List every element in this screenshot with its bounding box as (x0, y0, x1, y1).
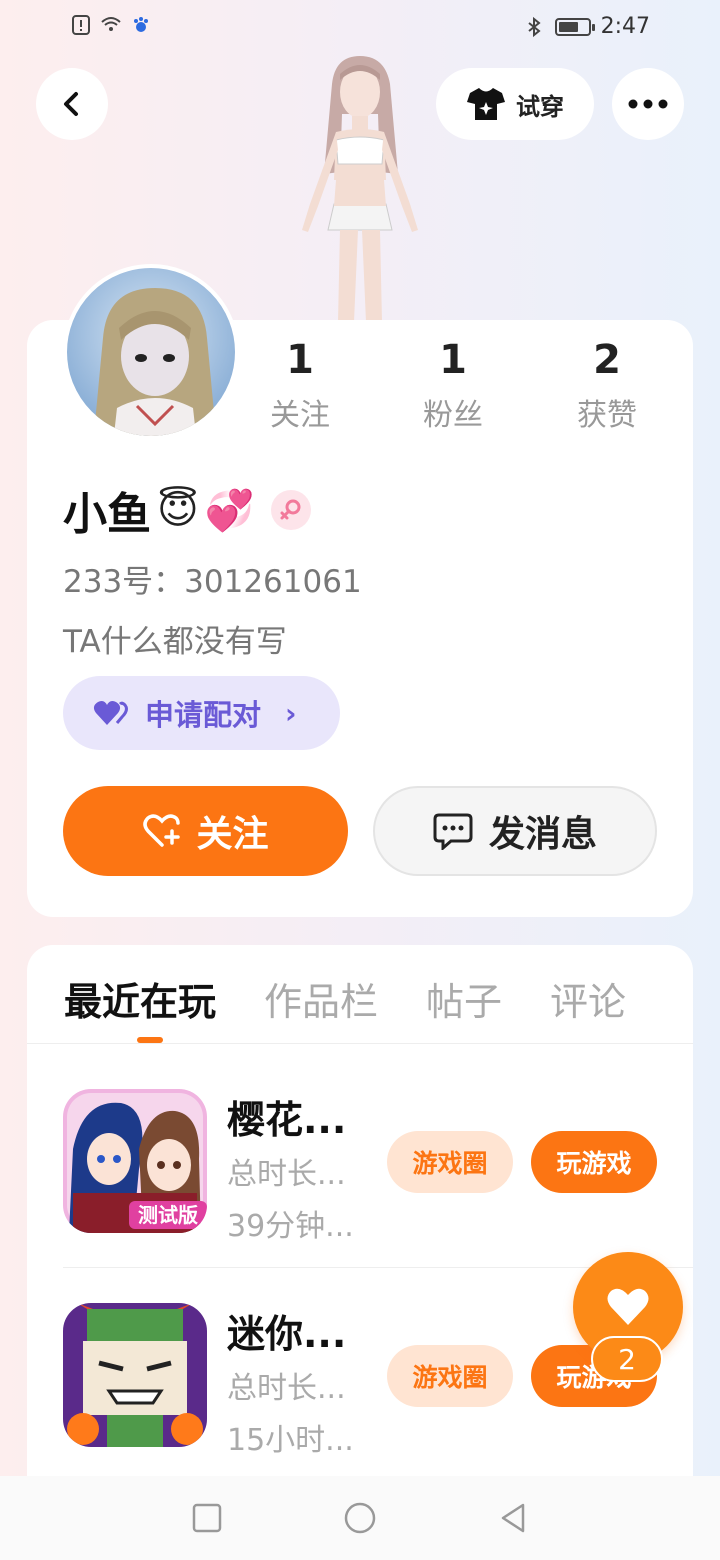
following-label: 关注 (270, 398, 330, 433)
wifi-icon (101, 17, 121, 31)
following-count: 1 (286, 337, 314, 383)
follow-button[interactable]: 关注 (63, 786, 348, 876)
game-circle-button[interactable]: 游戏圈 (387, 1131, 513, 1193)
game-icon-sakura[interactable]: 测试版 (63, 1089, 207, 1233)
tab-works[interactable]: 作品栏 (264, 971, 378, 1026)
like-count-badge: 2 (591, 1336, 663, 1382)
home-icon[interactable] (343, 1501, 377, 1535)
send-message-label: 发消息 (488, 814, 597, 855)
content-card: 最近在玩 作品栏 帖子 评论 测试版 樱花... 总时长... 39分钟... (27, 945, 693, 1505)
user-avatar[interactable] (63, 264, 239, 440)
double-heart-icon (93, 701, 128, 725)
stat-likes[interactable]: 2 获赞 (547, 336, 667, 434)
user-name: 小鱼 (63, 489, 151, 540)
tab-comments[interactable]: 评论 (550, 971, 626, 1026)
hearts-emoji: 💞 (204, 487, 255, 534)
try-on-button[interactable]: 试穿 (436, 68, 594, 140)
game-total-label: 总时长... (227, 1157, 346, 1192)
send-message-button[interactable]: 发消息 (373, 786, 657, 876)
request-pair-label: 申请配对 (145, 698, 262, 732)
tab-recently-played[interactable]: 最近在玩 (64, 971, 216, 1026)
heart-icon (607, 1288, 649, 1325)
stat-fans[interactable]: 1 粉丝 (393, 336, 513, 434)
game-playtime: 15小时... (227, 1423, 354, 1458)
request-pair-button[interactable]: 申请配对 › (63, 676, 340, 750)
game-row[interactable]: 测试版 樱花... 总时长... 39分钟... 游戏圈 玩游戏 (63, 1089, 693, 1244)
chevron-right-icon: › (285, 696, 297, 730)
game-name: 迷你... (227, 1312, 347, 1356)
game-playtime: 39分钟... (227, 1209, 354, 1244)
status-bar: 2:47 (0, 0, 720, 56)
halo-emoji: 😇 (157, 487, 199, 533)
likes-count: 2 (593, 337, 621, 383)
stat-following[interactable]: 1 关注 (240, 336, 360, 434)
follow-label: 关注 (196, 814, 269, 855)
test-version-badge: 测试版 (138, 1203, 198, 1227)
battery-icon (554, 17, 595, 36)
fans-label: 粉丝 (423, 398, 483, 433)
game-total-label: 总时长... (227, 1371, 346, 1406)
more-button[interactable] (612, 68, 684, 140)
tab-posts[interactable]: 帖子 (426, 971, 502, 1026)
fans-count: 1 (439, 337, 467, 383)
user-bio: TA什么都没有写 (63, 624, 287, 660)
tab-bar: 最近在玩 作品栏 帖子 评论 (64, 971, 626, 1026)
system-nav-bar (0, 1476, 720, 1560)
game-icon-mini-world[interactable] (63, 1303, 207, 1447)
avatar-figure-image[interactable] (280, 54, 440, 324)
name-row: 小鱼 😇 💞 (63, 478, 311, 542)
heart-plus-icon (143, 814, 181, 847)
likes-label: 获赞 (577, 398, 637, 433)
back-nav-icon[interactable] (497, 1502, 529, 1534)
game-name: 樱花... (227, 1098, 347, 1142)
back-button[interactable] (36, 68, 108, 140)
divider (27, 1043, 693, 1044)
try-on-label: 试穿 (516, 92, 564, 121)
status-time: 2:47 (600, 14, 650, 39)
more-icon (628, 99, 668, 109)
shirt-icon (467, 88, 505, 120)
baidu-icon (134, 17, 148, 32)
back-arrow-icon (64, 92, 78, 116)
play-game-button[interactable]: 玩游戏 (531, 1131, 657, 1193)
recent-apps-icon[interactable] (191, 1502, 223, 1534)
female-icon (270, 490, 311, 530)
chat-bubble-icon (433, 813, 473, 850)
alert-icon (72, 15, 90, 35)
game-circle-button[interactable]: 游戏圈 (387, 1345, 513, 1407)
user-id: 233号：301261061 (63, 564, 362, 600)
avatar-image (93, 288, 217, 436)
bluetooth-icon (527, 16, 541, 37)
